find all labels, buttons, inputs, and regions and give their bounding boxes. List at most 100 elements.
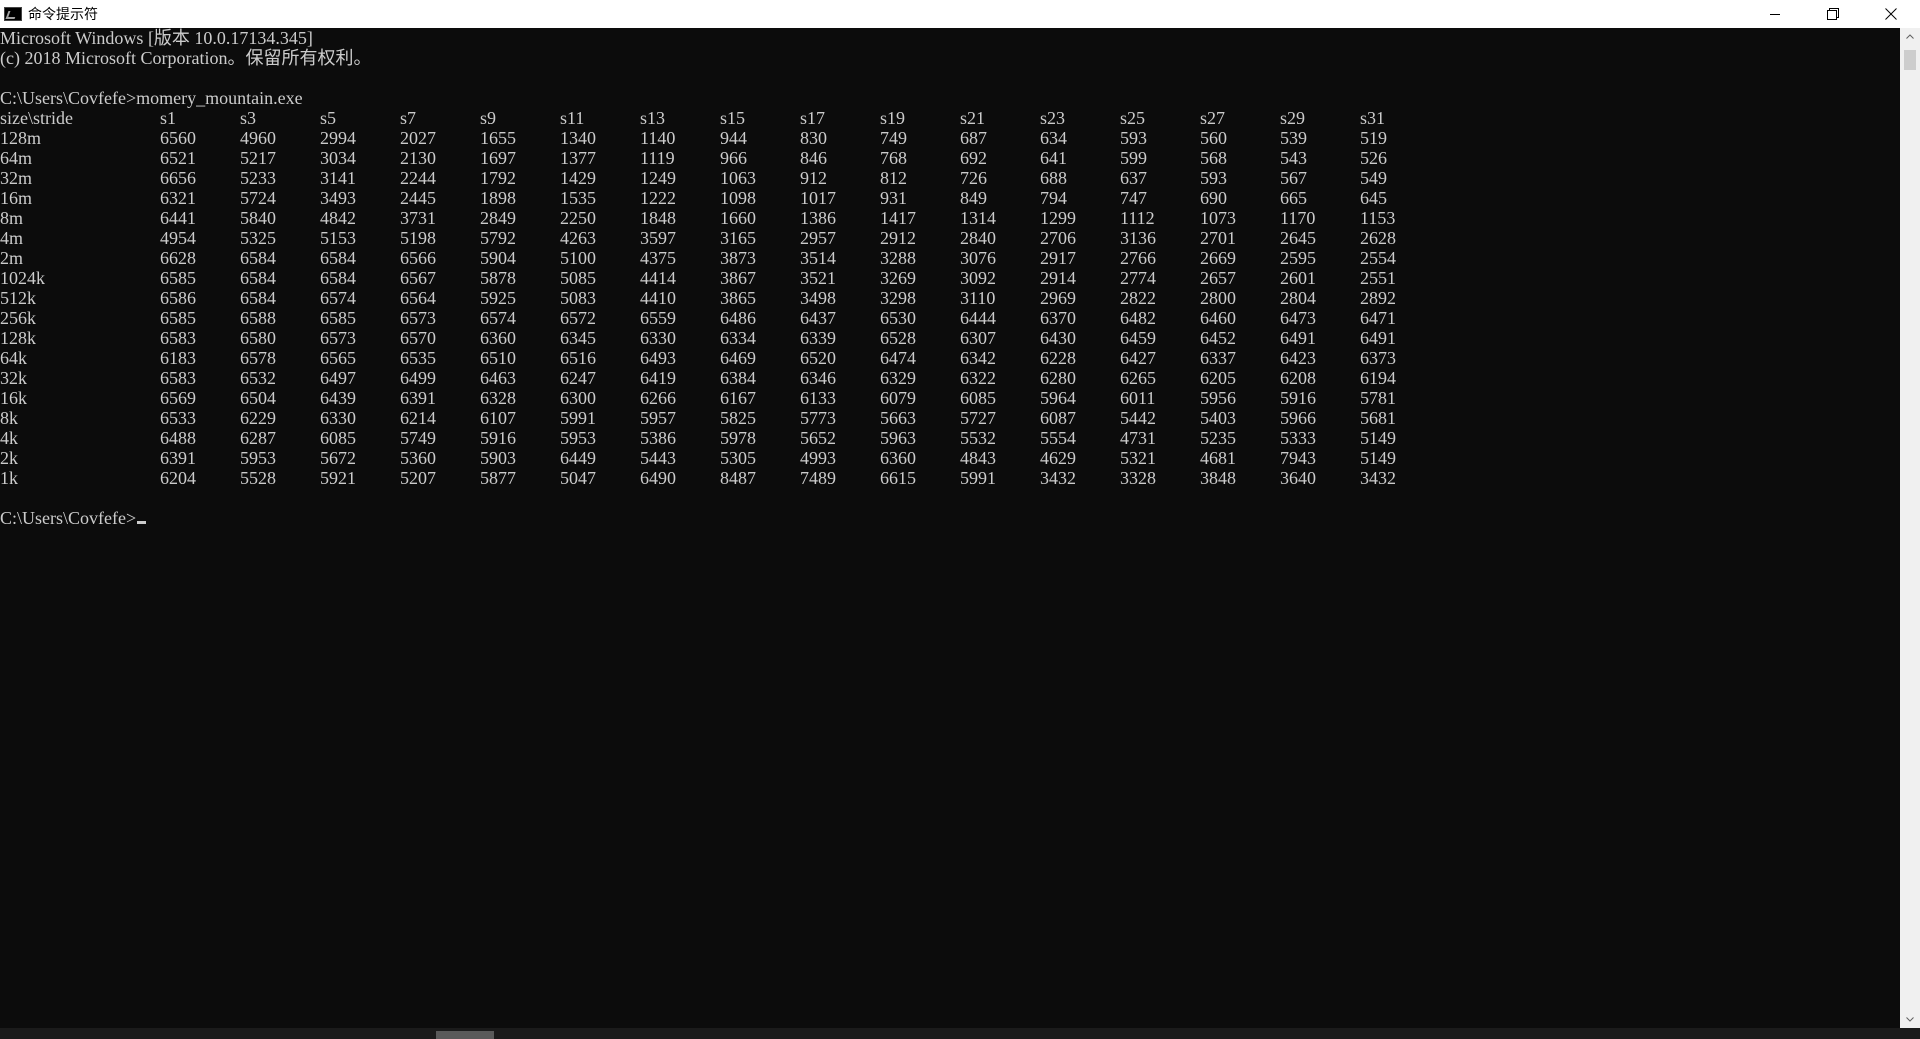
table-cell: 3141 <box>320 168 356 188</box>
table-cell: 5153 <box>320 228 356 248</box>
table-cell: s23 <box>1040 108 1066 128</box>
table-cell: 641 <box>1040 148 1067 168</box>
scroll-thumb[interactable] <box>1904 50 1916 70</box>
prompt-line: C:\Users\Covfefe> <box>0 508 1900 528</box>
table-cell: 6087 <box>1040 408 1076 428</box>
table-cell: 6490 <box>640 468 676 488</box>
minimize-button[interactable] <box>1746 0 1804 28</box>
horizontal-scroll-thumb[interactable] <box>436 1031 494 1039</box>
table-cell: 5991 <box>960 468 996 488</box>
table-cell: 3498 <box>800 288 836 308</box>
table-cell: 4681 <box>1200 448 1236 468</box>
table-cell: 6214 <box>400 408 436 428</box>
table-cell: 3873 <box>720 248 756 268</box>
table-cell: 6228 <box>1040 348 1076 368</box>
scroll-down-button[interactable] <box>1900 1011 1920 1028</box>
table-cell: 768 <box>880 148 907 168</box>
table-row: 64m 6521 5217 3034 2130 1697 1377 1119 966 846 768… <box>0 148 1900 168</box>
table-cell: 6265 <box>1120 368 1156 388</box>
table-cell: 543 <box>1280 148 1307 168</box>
table-cell: 4375 <box>640 248 676 268</box>
row-size-label: 256k <box>0 308 36 328</box>
table-cell: 6471 <box>1360 308 1396 328</box>
table-cell: 6085 <box>960 388 996 408</box>
table-cell: 6474 <box>880 348 916 368</box>
table-cell: 1386 <box>800 208 836 228</box>
table-cell: 5442 <box>1120 408 1156 428</box>
row-size-label: 32k <box>0 368 27 388</box>
table-row: 8k 6533 6229 6330 6214 6107 5991 5957 5825 5773 56… <box>0 408 1900 428</box>
table-cell: 1655 <box>480 128 516 148</box>
table-cell: 6459 <box>1120 328 1156 348</box>
table-cell: 690 <box>1200 188 1227 208</box>
table-cell: s31 <box>1360 108 1386 128</box>
table-cell: 726 <box>960 168 987 188</box>
table-cell: 6370 <box>1040 308 1076 328</box>
table-row: 32m 6656 5233 3141 2244 1792 1429 1249 1063 912 81… <box>0 168 1900 188</box>
console-line: C:\Users\Covfefe>momery_mountain.exe <box>0 88 303 108</box>
table-cell: 2244 <box>400 168 436 188</box>
window-title: 命令提示符 <box>28 6 98 22</box>
table-cell: 6583 <box>160 368 196 388</box>
table-cell: 1340 <box>560 128 596 148</box>
table-row: 128k 6583 6580 6573 6570 6360 6345 6330 6334 6339… <box>0 328 1900 348</box>
table-cell: 5652 <box>800 428 836 448</box>
title-bar[interactable]: 命令提示符 <box>0 0 1920 28</box>
close-button[interactable] <box>1862 0 1920 28</box>
table-cell: 5305 <box>720 448 756 468</box>
console-line: (c) 2018 Microsoft Corporation。保留所有权利。 <box>0 48 372 68</box>
row-size-label: 8m <box>0 208 24 228</box>
restore-button[interactable] <box>1804 0 1862 28</box>
table-cell: 5877 <box>480 468 516 488</box>
table-cell: 6656 <box>160 168 196 188</box>
table-cell: 6560 <box>160 128 196 148</box>
table-cell: 1112 <box>1120 208 1155 228</box>
table-cell: 6204 <box>160 468 196 488</box>
table-cell: s19 <box>880 108 906 128</box>
row-size-label: 64k <box>0 348 27 368</box>
table-cell: 6573 <box>320 328 356 348</box>
table-cell: 6247 <box>560 368 596 388</box>
table-cell: 944 <box>720 128 747 148</box>
vertical-scrollbar[interactable] <box>1900 28 1920 1028</box>
table-cell: 6430 <box>1040 328 1076 348</box>
row-size-label: 1k <box>0 468 18 488</box>
table-cell: 6229 <box>240 408 276 428</box>
table-cell: 6011 <box>1120 388 1156 408</box>
table-cell: 5360 <box>400 448 436 468</box>
table-cell: 6615 <box>880 468 916 488</box>
table-cell: 4960 <box>240 128 276 148</box>
table-cell: 5991 <box>560 408 596 428</box>
table-cell: 6628 <box>160 248 196 268</box>
table-cell: 3288 <box>880 248 916 268</box>
cmd-app-icon[interactable] <box>4 7 22 21</box>
table-cell: 5727 <box>960 408 996 428</box>
table-cell: 3848 <box>1200 468 1236 488</box>
table-cell: 3165 <box>720 228 756 248</box>
scroll-up-button[interactable] <box>1900 28 1920 45</box>
restore-icon <box>1827 8 1839 20</box>
horizontal-scrollbar[interactable] <box>0 1028 1920 1039</box>
table-cell: 6473 <box>1280 308 1316 328</box>
table-cell: 1140 <box>640 128 676 148</box>
table-cell: 6183 <box>160 348 196 368</box>
table-cell: 5403 <box>1200 408 1236 428</box>
table-cell: 931 <box>880 188 907 208</box>
table-cell: 6328 <box>480 388 516 408</box>
scroll-up-arrow-icon <box>1906 34 1914 39</box>
table-cell: 665 <box>1280 188 1307 208</box>
table-cell: s11 <box>560 108 585 128</box>
table-cell: 3136 <box>1120 228 1156 248</box>
table-cell: 1417 <box>880 208 916 228</box>
table-row: 64k 6183 6578 6565 6535 6510 6516 6493 6469 6520 6… <box>0 348 1900 368</box>
table-cell: 3514 <box>800 248 836 268</box>
table-cell: 6486 <box>720 308 756 328</box>
row-size-label: 512k <box>0 288 36 308</box>
table-cell: 5333 <box>1280 428 1316 448</box>
console-output[interactable]: Microsoft Windows [版本 10.0.17134.345] (c… <box>0 28 1900 1028</box>
row-size-label: 4m <box>0 228 24 248</box>
table-cell: 1119 <box>640 148 675 168</box>
table-cell: 6205 <box>1200 368 1236 388</box>
table-cell: 4629 <box>1040 448 1076 468</box>
table-cell: 2645 <box>1280 228 1316 248</box>
